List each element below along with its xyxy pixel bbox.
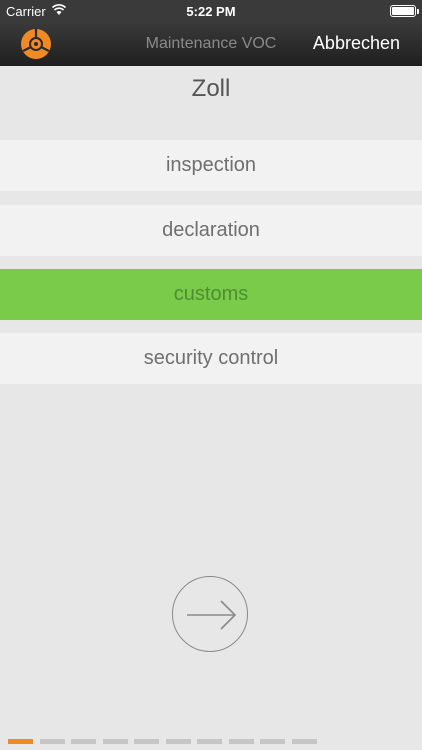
page-dot: [260, 739, 285, 744]
page-dot: [166, 739, 191, 744]
page-dot: [8, 739, 33, 744]
option-security-control[interactable]: security control: [0, 333, 422, 384]
page-dot: [71, 739, 96, 744]
page-dot: [40, 739, 65, 744]
status-time: 5:22 PM: [186, 4, 236, 19]
option-declaration[interactable]: declaration: [0, 205, 422, 256]
section-title: Zoll: [191, 75, 231, 102]
navigation-bar: Maintenance VOC Abbrechen: [0, 22, 422, 66]
option-inspection[interactable]: inspection: [0, 140, 422, 191]
page-dot: [197, 739, 222, 744]
arrow-right-icon: [187, 600, 237, 630]
page-dot: [103, 739, 128, 744]
page-dot: [229, 739, 254, 744]
cancel-button[interactable]: Abbrechen: [313, 33, 400, 54]
battery-icon: [390, 5, 419, 17]
next-button[interactable]: [172, 576, 248, 652]
page-dot: [134, 739, 159, 744]
page-dot: [292, 739, 317, 744]
status-bar: Carrier 5:22 PM: [0, 0, 422, 22]
option-customs[interactable]: customs: [0, 269, 422, 320]
